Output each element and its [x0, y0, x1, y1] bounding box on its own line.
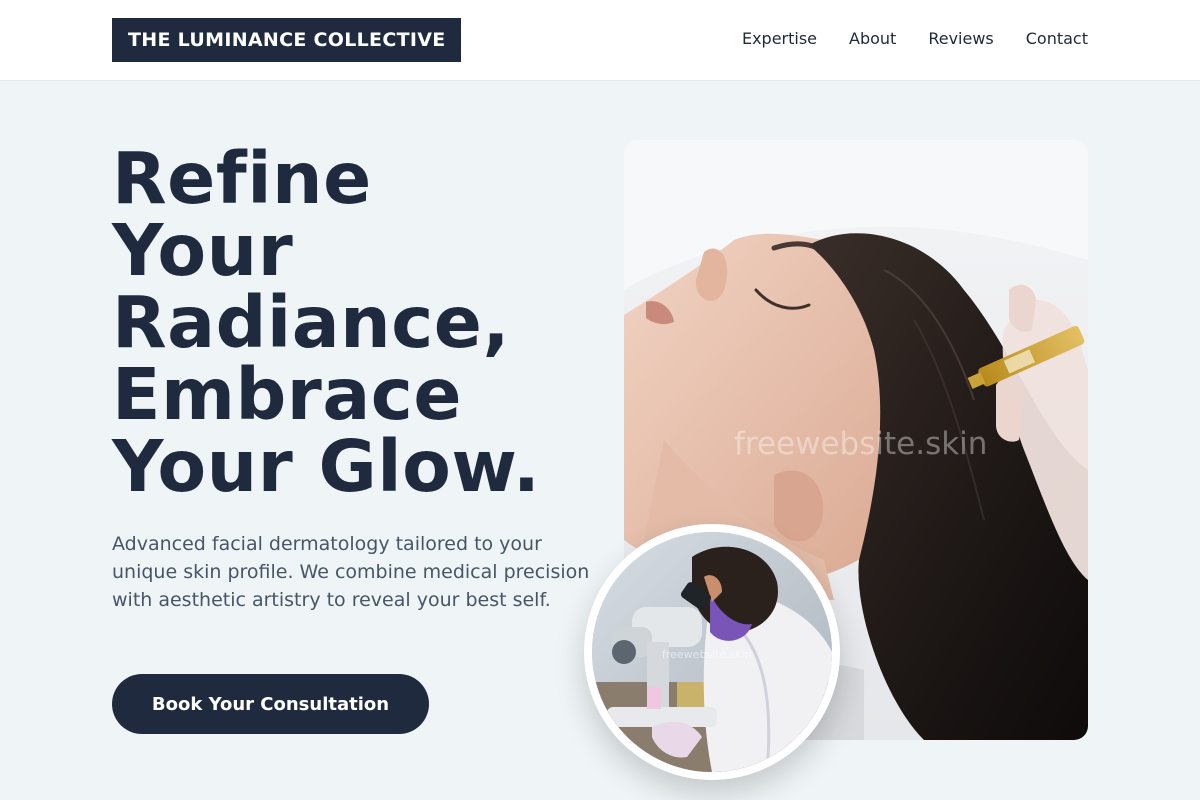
nav-link-expertise[interactable]: Expertise: [742, 28, 817, 50]
headline-line: Your: [112, 209, 294, 292]
hero-headline: Refine Your Radiance, Embrace Your Glow.: [112, 143, 592, 503]
main-nav: Expertise About Reviews Contact: [742, 28, 1088, 50]
specialist-microscope-photo: freewebsite.skin: [584, 524, 840, 780]
microscope-illustration: [592, 532, 832, 772]
nav-link-about[interactable]: About: [849, 28, 896, 50]
nav-link-contact[interactable]: Contact: [1026, 28, 1088, 50]
hero-description: Advanced facial dermatology tailored to …: [112, 533, 590, 611]
headline-line: Your Glow.: [112, 425, 541, 508]
site-header: THE LUMINANCE COLLECTIVE Expertise About…: [0, 0, 1200, 81]
brand-logo[interactable]: THE LUMINANCE COLLECTIVE: [112, 18, 462, 62]
headline-line: Radiance,: [112, 281, 510, 364]
nav-link-reviews[interactable]: Reviews: [928, 28, 993, 50]
headline-line: Embrace: [112, 353, 462, 436]
book-consultation-button[interactable]: Book Your Consultation: [112, 674, 429, 734]
headline-line: Refine: [112, 137, 372, 220]
